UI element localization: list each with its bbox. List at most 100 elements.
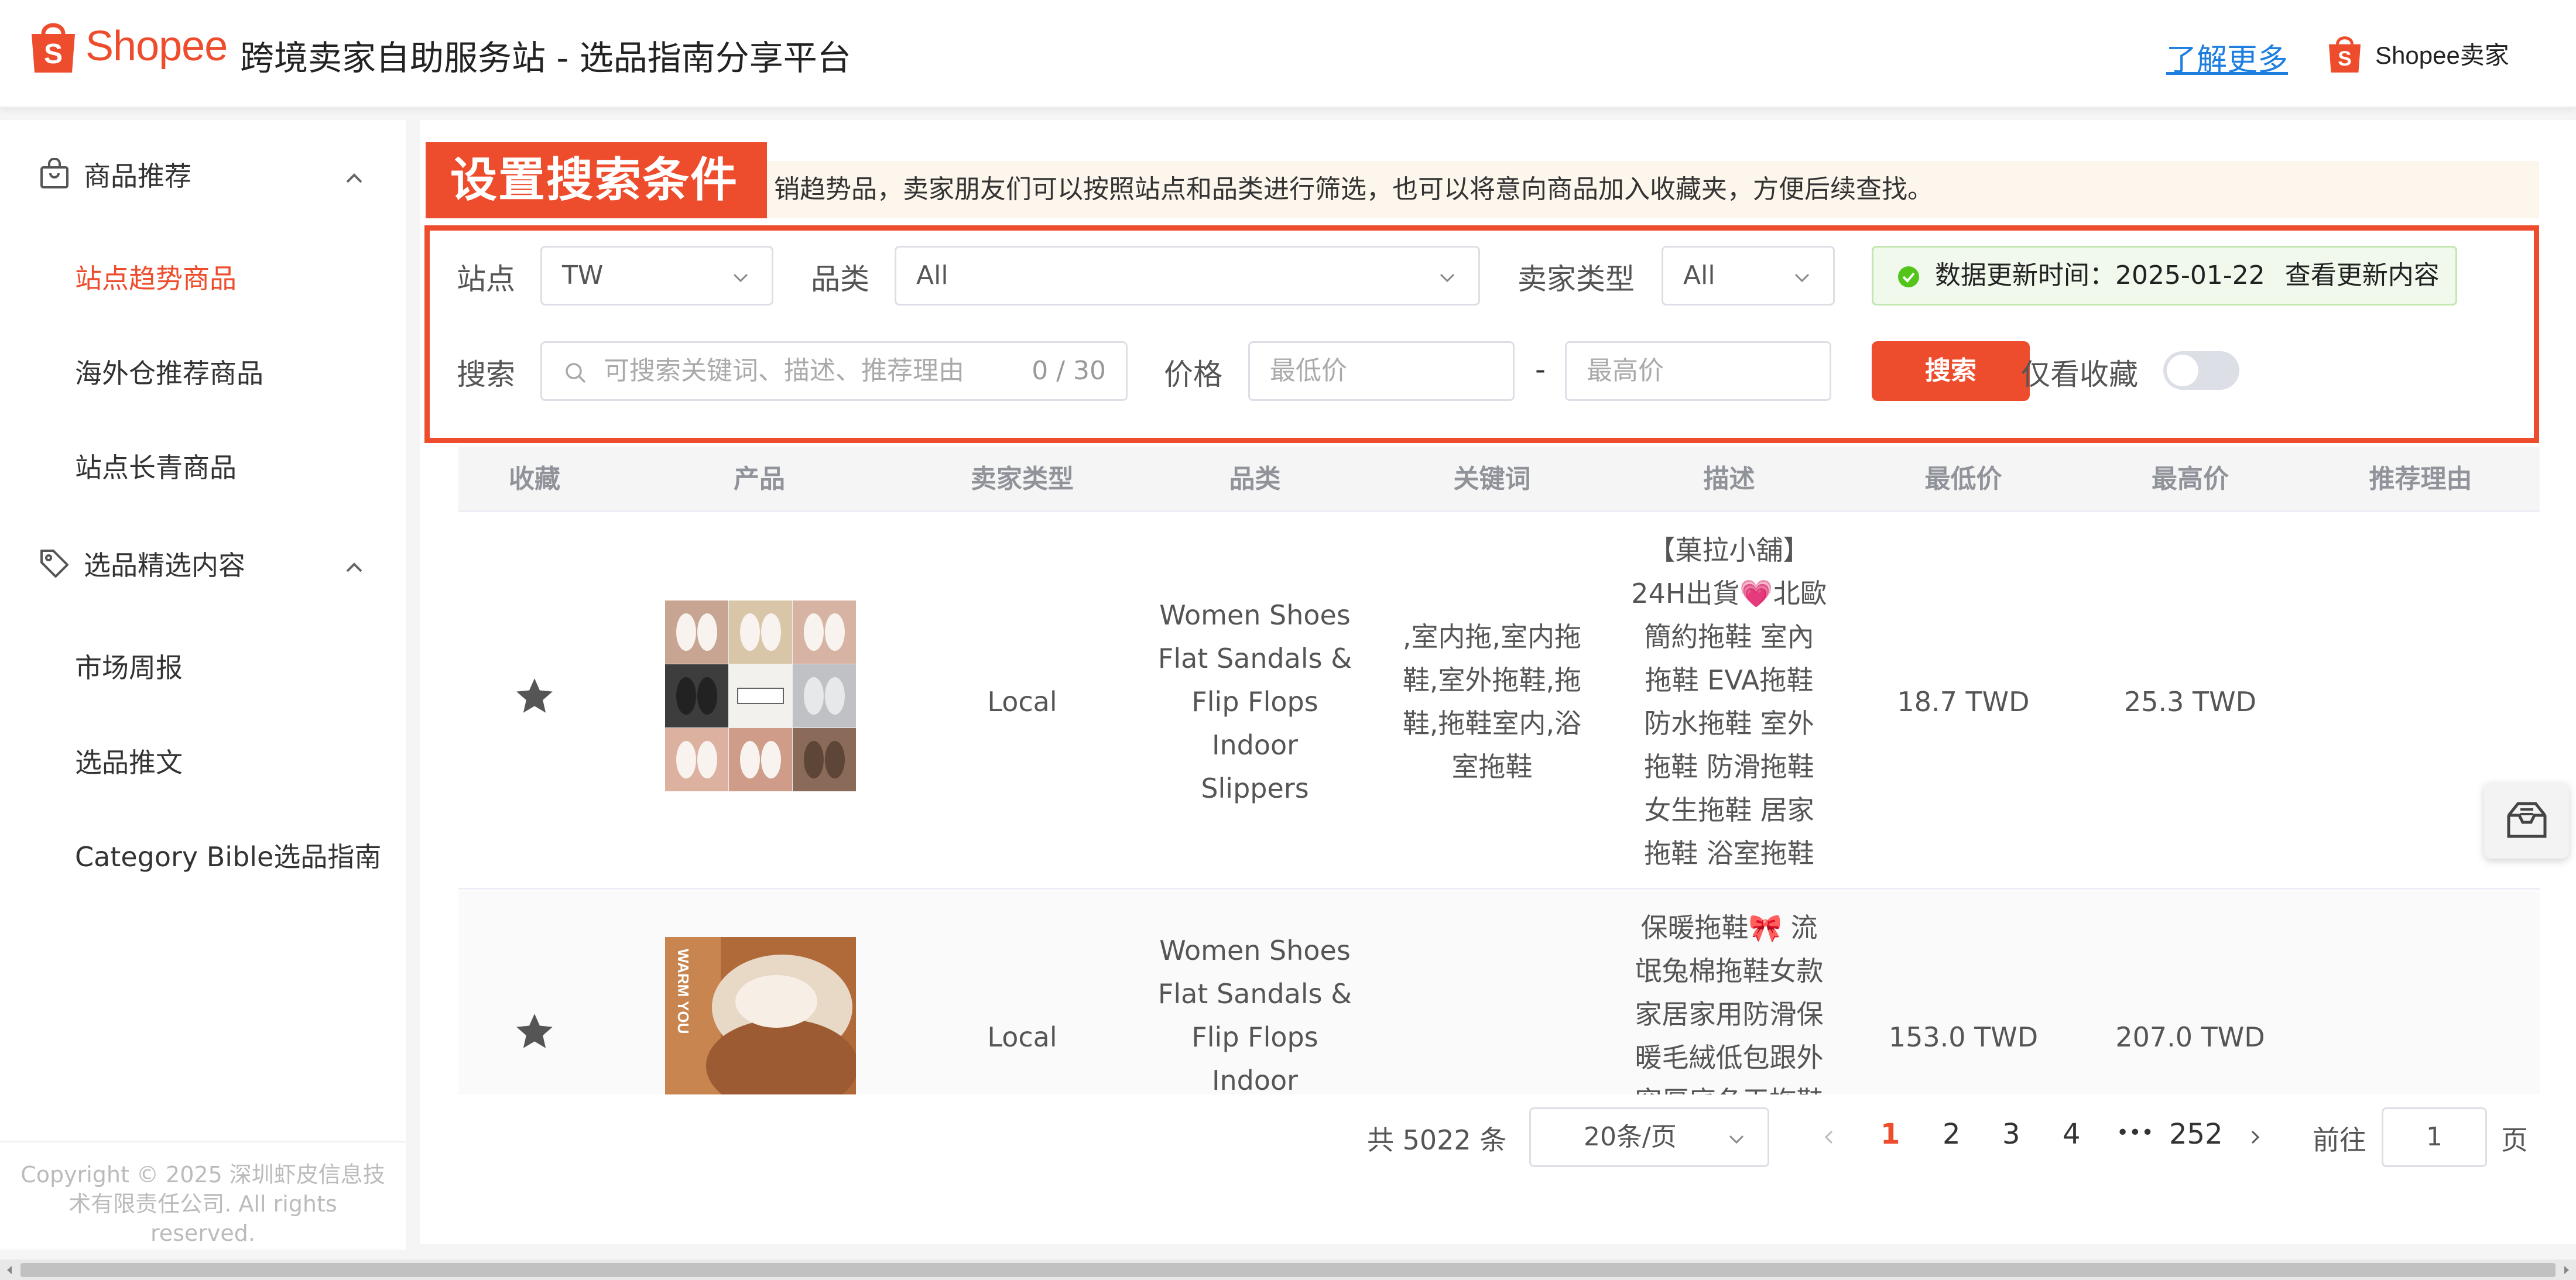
site-select[interactable]: TW	[540, 246, 773, 306]
product-image-warm-slippers: WARM YOU	[665, 937, 856, 1094]
tag-icon	[40, 550, 68, 578]
seller-type-label: 卖家类型	[1517, 262, 1635, 296]
column-header-min-price: 最低价	[1924, 464, 2002, 494]
shopee-bag-icon: S	[2328, 36, 2361, 73]
min-price-input[interactable]: 最低价	[1248, 341, 1515, 401]
char-counter: 0 / 30	[1032, 356, 1106, 386]
total-count: 共 5022 条	[1367, 1124, 1507, 1156]
category-select[interactable]: All	[895, 246, 1480, 306]
category-select-value: All	[916, 260, 948, 290]
chevron-down-icon	[1440, 273, 1455, 283]
cell-description: 保暖拖鞋🎀 流氓兔棉拖鞋女款家居家用防滑保暖毛絨低包跟外穿厚底冬天拖鞋	[1635, 912, 1824, 1094]
site-select-value: TW	[562, 260, 604, 290]
page-suffix: 页	[2501, 1124, 2528, 1156]
chevron-down-icon	[1729, 1135, 1744, 1144]
favorite-star-icon[interactable]	[513, 675, 556, 718]
cell-keywords: ,室内拖,室内拖鞋,室外拖鞋,拖鞋,拖鞋室内,浴室拖鞋	[1402, 621, 1582, 783]
chevron-up-icon[interactable]	[342, 556, 366, 579]
site-title: 跨境卖家自助服务站 - 选品指南分享平台	[240, 38, 851, 78]
horizontal-scrollbar[interactable]	[0, 1260, 2576, 1280]
shopee-seller-logo[interactable]: S Shopee卖家	[2327, 32, 2509, 74]
view-update-link[interactable]: 查看更新内容	[2285, 260, 2440, 290]
keyword-search-input[interactable]: 可搜索关键词、描述、推荐理由 0 / 30	[540, 341, 1128, 401]
sidebar-item-site-trending[interactable]: 站点趋势商品	[75, 258, 237, 296]
svg-text:S: S	[44, 39, 63, 70]
shopee-logo[interactable]: S Shopee	[29, 18, 228, 75]
sidebar-group-product-recommend[interactable]: 商品推荐	[38, 155, 191, 194]
more-pages-ellipsis[interactable]: •••	[2116, 1121, 2154, 1145]
column-header-product: 产品	[734, 464, 785, 494]
page-last[interactable]: 252	[2169, 1118, 2223, 1151]
chevron-up-icon[interactable]	[342, 167, 366, 190]
seller-brand-name: Shopee卖家	[2375, 41, 2509, 69]
cell-max-price: 25.3 TWD	[2123, 686, 2257, 718]
page-3[interactable]: 3	[2002, 1118, 2020, 1151]
update-time-text: 数据更新时间：2025-01-22	[1935, 260, 2265, 290]
search-label: 搜索	[457, 358, 515, 392]
prev-page-icon[interactable]	[1819, 1127, 1840, 1148]
column-header-keywords: 关键词	[1453, 464, 1531, 494]
seller-type-select-value: All	[1683, 260, 1715, 290]
sidebar-group-label: 选品精选内容	[84, 550, 245, 581]
feedback-float-button[interactable]	[2484, 783, 2569, 859]
cell-description: 【菓拉小舖】24H出貨💗北歐簡約拖鞋 室內拖鞋 EVA拖鞋 防水拖鞋 室外拖鞋 …	[1631, 534, 1827, 869]
svg-text:WARM YOU: WARM YOU	[674, 949, 692, 1034]
price-dash: -	[1535, 352, 1546, 386]
chevron-down-icon	[1794, 273, 1810, 283]
shopee-bag-icon: S	[32, 23, 75, 73]
table-row[interactable]: Local Women Shoes Flat Sandals & Flip Fl…	[458, 514, 2540, 890]
scroll-right-icon[interactable]	[2561, 1264, 2572, 1276]
product-thumbnail[interactable]	[665, 600, 856, 791]
cell-seller-type: Local	[987, 1021, 1057, 1053]
column-header-description: 描述	[1703, 464, 1755, 494]
column-header-favorite: 收藏	[509, 464, 560, 494]
sidebar-item-category-bible[interactable]: Category Bible选品指南	[75, 836, 381, 874]
svg-text:S: S	[2338, 47, 2351, 70]
favorite-star-icon[interactable]	[513, 1010, 556, 1053]
page-4[interactable]: 4	[2063, 1118, 2081, 1151]
search-icon	[566, 363, 586, 383]
column-header-reason: 推荐理由	[2369, 464, 2472, 494]
seller-type-select[interactable]: All	[1662, 246, 1835, 306]
message-box-icon	[2507, 802, 2547, 838]
sidebar-group-label: 商品推荐	[84, 160, 191, 192]
favorites-only-toggle[interactable]	[2163, 351, 2239, 390]
sidebar: 商品推荐 站点趋势商品 海外仓推荐商品 站点长青商品 选品精选内容 市场周报 选…	[0, 120, 406, 1250]
column-header-max-price: 最高价	[2152, 464, 2229, 494]
copyright-footer: Copyright © 2025 深圳虾皮信息技术有限责任公司. All rig…	[0, 1141, 406, 1250]
column-header-seller-type: 卖家类型	[971, 464, 1074, 494]
search-button[interactable]: 搜索	[1872, 341, 2030, 401]
sidebar-item-overseas-warehouse[interactable]: 海外仓推荐商品	[75, 352, 263, 391]
toggle-knob	[2167, 355, 2198, 386]
page-2[interactable]: 2	[1943, 1118, 1961, 1151]
price-label: 价格	[1164, 358, 1222, 392]
cell-category: Women Shoes Flat Sandals & Flip Flops In…	[1157, 599, 1352, 804]
search-placeholder: 可搜索关键词、描述、推荐理由	[604, 356, 964, 386]
table-row[interactable]: WARM YOU Local Women Shoes Flat Sandals …	[458, 891, 2540, 1094]
learn-more-link[interactable]: 了解更多	[2166, 35, 2288, 79]
sidebar-group-curated-content[interactable]: 选品精选内容	[38, 544, 245, 583]
filter-section-label: 设置搜索条件	[426, 142, 767, 218]
sidebar-item-product-articles[interactable]: 选品推文	[75, 742, 183, 780]
cell-min-price: 153.0 TWD	[1888, 1021, 2039, 1053]
goto-label: 前往	[2313, 1124, 2366, 1156]
scroll-left-icon[interactable]	[4, 1264, 15, 1276]
page-size-select[interactable]: 20条/页	[1529, 1107, 1769, 1167]
page-size-value: 20条/页	[1584, 1122, 1677, 1152]
cell-max-price: 207.0 TWD	[2115, 1021, 2265, 1053]
page-1[interactable]: 1	[1880, 1118, 1900, 1151]
next-page-icon[interactable]	[2244, 1127, 2265, 1148]
cell-seller-type: Local	[987, 686, 1057, 718]
check-circle-icon	[1898, 266, 1919, 287]
site-label: 站点	[457, 262, 515, 296]
sidebar-item-market-weekly[interactable]: 市场周报	[75, 647, 183, 685]
product-thumbnail[interactable]: WARM YOU	[665, 937, 856, 1094]
cell-min-price: 18.7 TWD	[1897, 686, 2030, 718]
max-price-input[interactable]: 最高价	[1565, 341, 1831, 401]
table-header: 收藏 产品 卖家类型 品类 关键词 描述 最低价 最高价 推荐理由	[458, 447, 2540, 512]
category-label: 品类	[811, 262, 869, 296]
scrollbar-thumb[interactable]	[20, 1263, 2556, 1277]
product-image-slippers	[665, 600, 856, 791]
sidebar-item-evergreen[interactable]: 站点长青商品	[75, 447, 237, 485]
goto-page-input[interactable]: 1	[2382, 1107, 2487, 1167]
